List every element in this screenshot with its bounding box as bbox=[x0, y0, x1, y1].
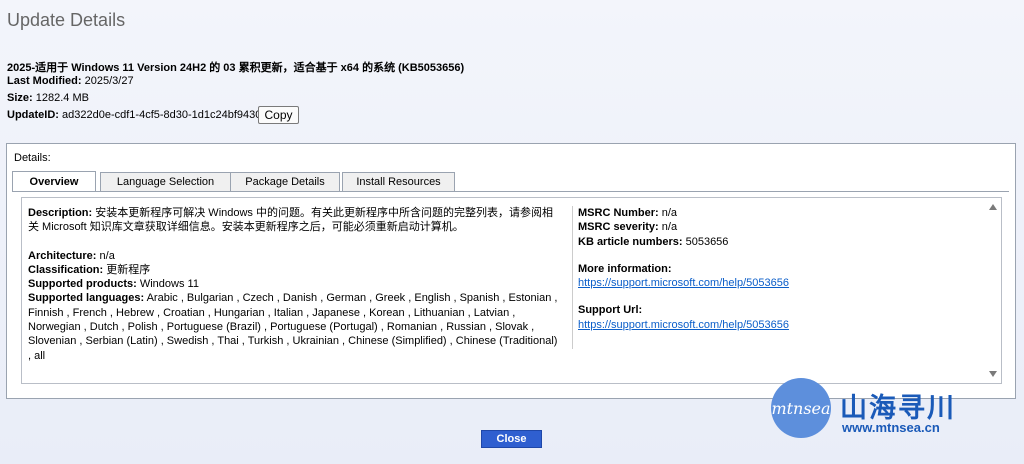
details-panel: Details: Overview Language Selection Pac… bbox=[6, 143, 1016, 399]
update-id: UpdateID: ad322d0e-cdf1-4cf5-8d30-1d1c24… bbox=[7, 109, 262, 121]
column-divider bbox=[572, 206, 573, 349]
vertical-scrollbar[interactable] bbox=[985, 198, 1001, 383]
copy-button[interactable]: Copy bbox=[258, 106, 299, 124]
watermark-url: www.mtnsea.cn bbox=[842, 420, 940, 435]
msrc-number: MSRC Number: n/a bbox=[578, 207, 678, 219]
more-information-label: More information: bbox=[578, 262, 672, 275]
tab-package-details[interactable]: Package Details bbox=[230, 172, 340, 191]
watermark-logo: mtnsea bbox=[771, 378, 831, 438]
scroll-down-icon[interactable] bbox=[989, 371, 997, 377]
size: Size: 1282.4 MB bbox=[7, 92, 89, 104]
description: Description: 安装本更新程序可解决 Windows 中的问题。有关此… bbox=[28, 207, 553, 234]
page-title: Update Details bbox=[7, 10, 126, 30]
scroll-up-icon[interactable] bbox=[989, 204, 997, 210]
overview-content: Description: 安装本更新程序可解决 Windows 中的问题。有关此… bbox=[21, 197, 1002, 384]
kb-article-numbers: KB article numbers: 5053656 bbox=[578, 235, 729, 248]
tab-install-resources[interactable]: Install Resources bbox=[342, 172, 455, 191]
tab-language-selection[interactable]: Language Selection bbox=[100, 172, 231, 191]
more-information-link[interactable]: https://support.microsoft.com/help/50536… bbox=[578, 277, 789, 289]
supported-products: Supported products: Windows 11 bbox=[28, 278, 199, 291]
overview-right-column: MSRC Number: n/a MSRC severity: n/a KB a… bbox=[578, 206, 968, 332]
msrc-severity: MSRC severity: n/a bbox=[578, 221, 678, 234]
tab-overview[interactable]: Overview bbox=[12, 171, 96, 192]
last-modified: Last Modified: 2025/3/27 bbox=[7, 75, 134, 87]
overview-left-column: Description: 安装本更新程序可解决 Windows 中的问题。有关此… bbox=[28, 206, 560, 363]
support-url-link[interactable]: https://support.microsoft.com/help/50536… bbox=[578, 319, 789, 331]
details-label: Details: bbox=[14, 152, 51, 164]
tab-divider bbox=[13, 191, 1009, 192]
architecture: Architecture: n/a bbox=[28, 249, 115, 262]
supported-languages: Supported languages: Arabic , Bulgarian … bbox=[28, 292, 558, 362]
close-button[interactable]: Close bbox=[481, 430, 542, 448]
classification: Classification: 更新程序 bbox=[28, 263, 151, 276]
support-url-label: Support Url: bbox=[578, 304, 643, 317]
update-name: 2025-适用于 Windows 11 Version 24H2 的 03 累积… bbox=[7, 62, 465, 74]
